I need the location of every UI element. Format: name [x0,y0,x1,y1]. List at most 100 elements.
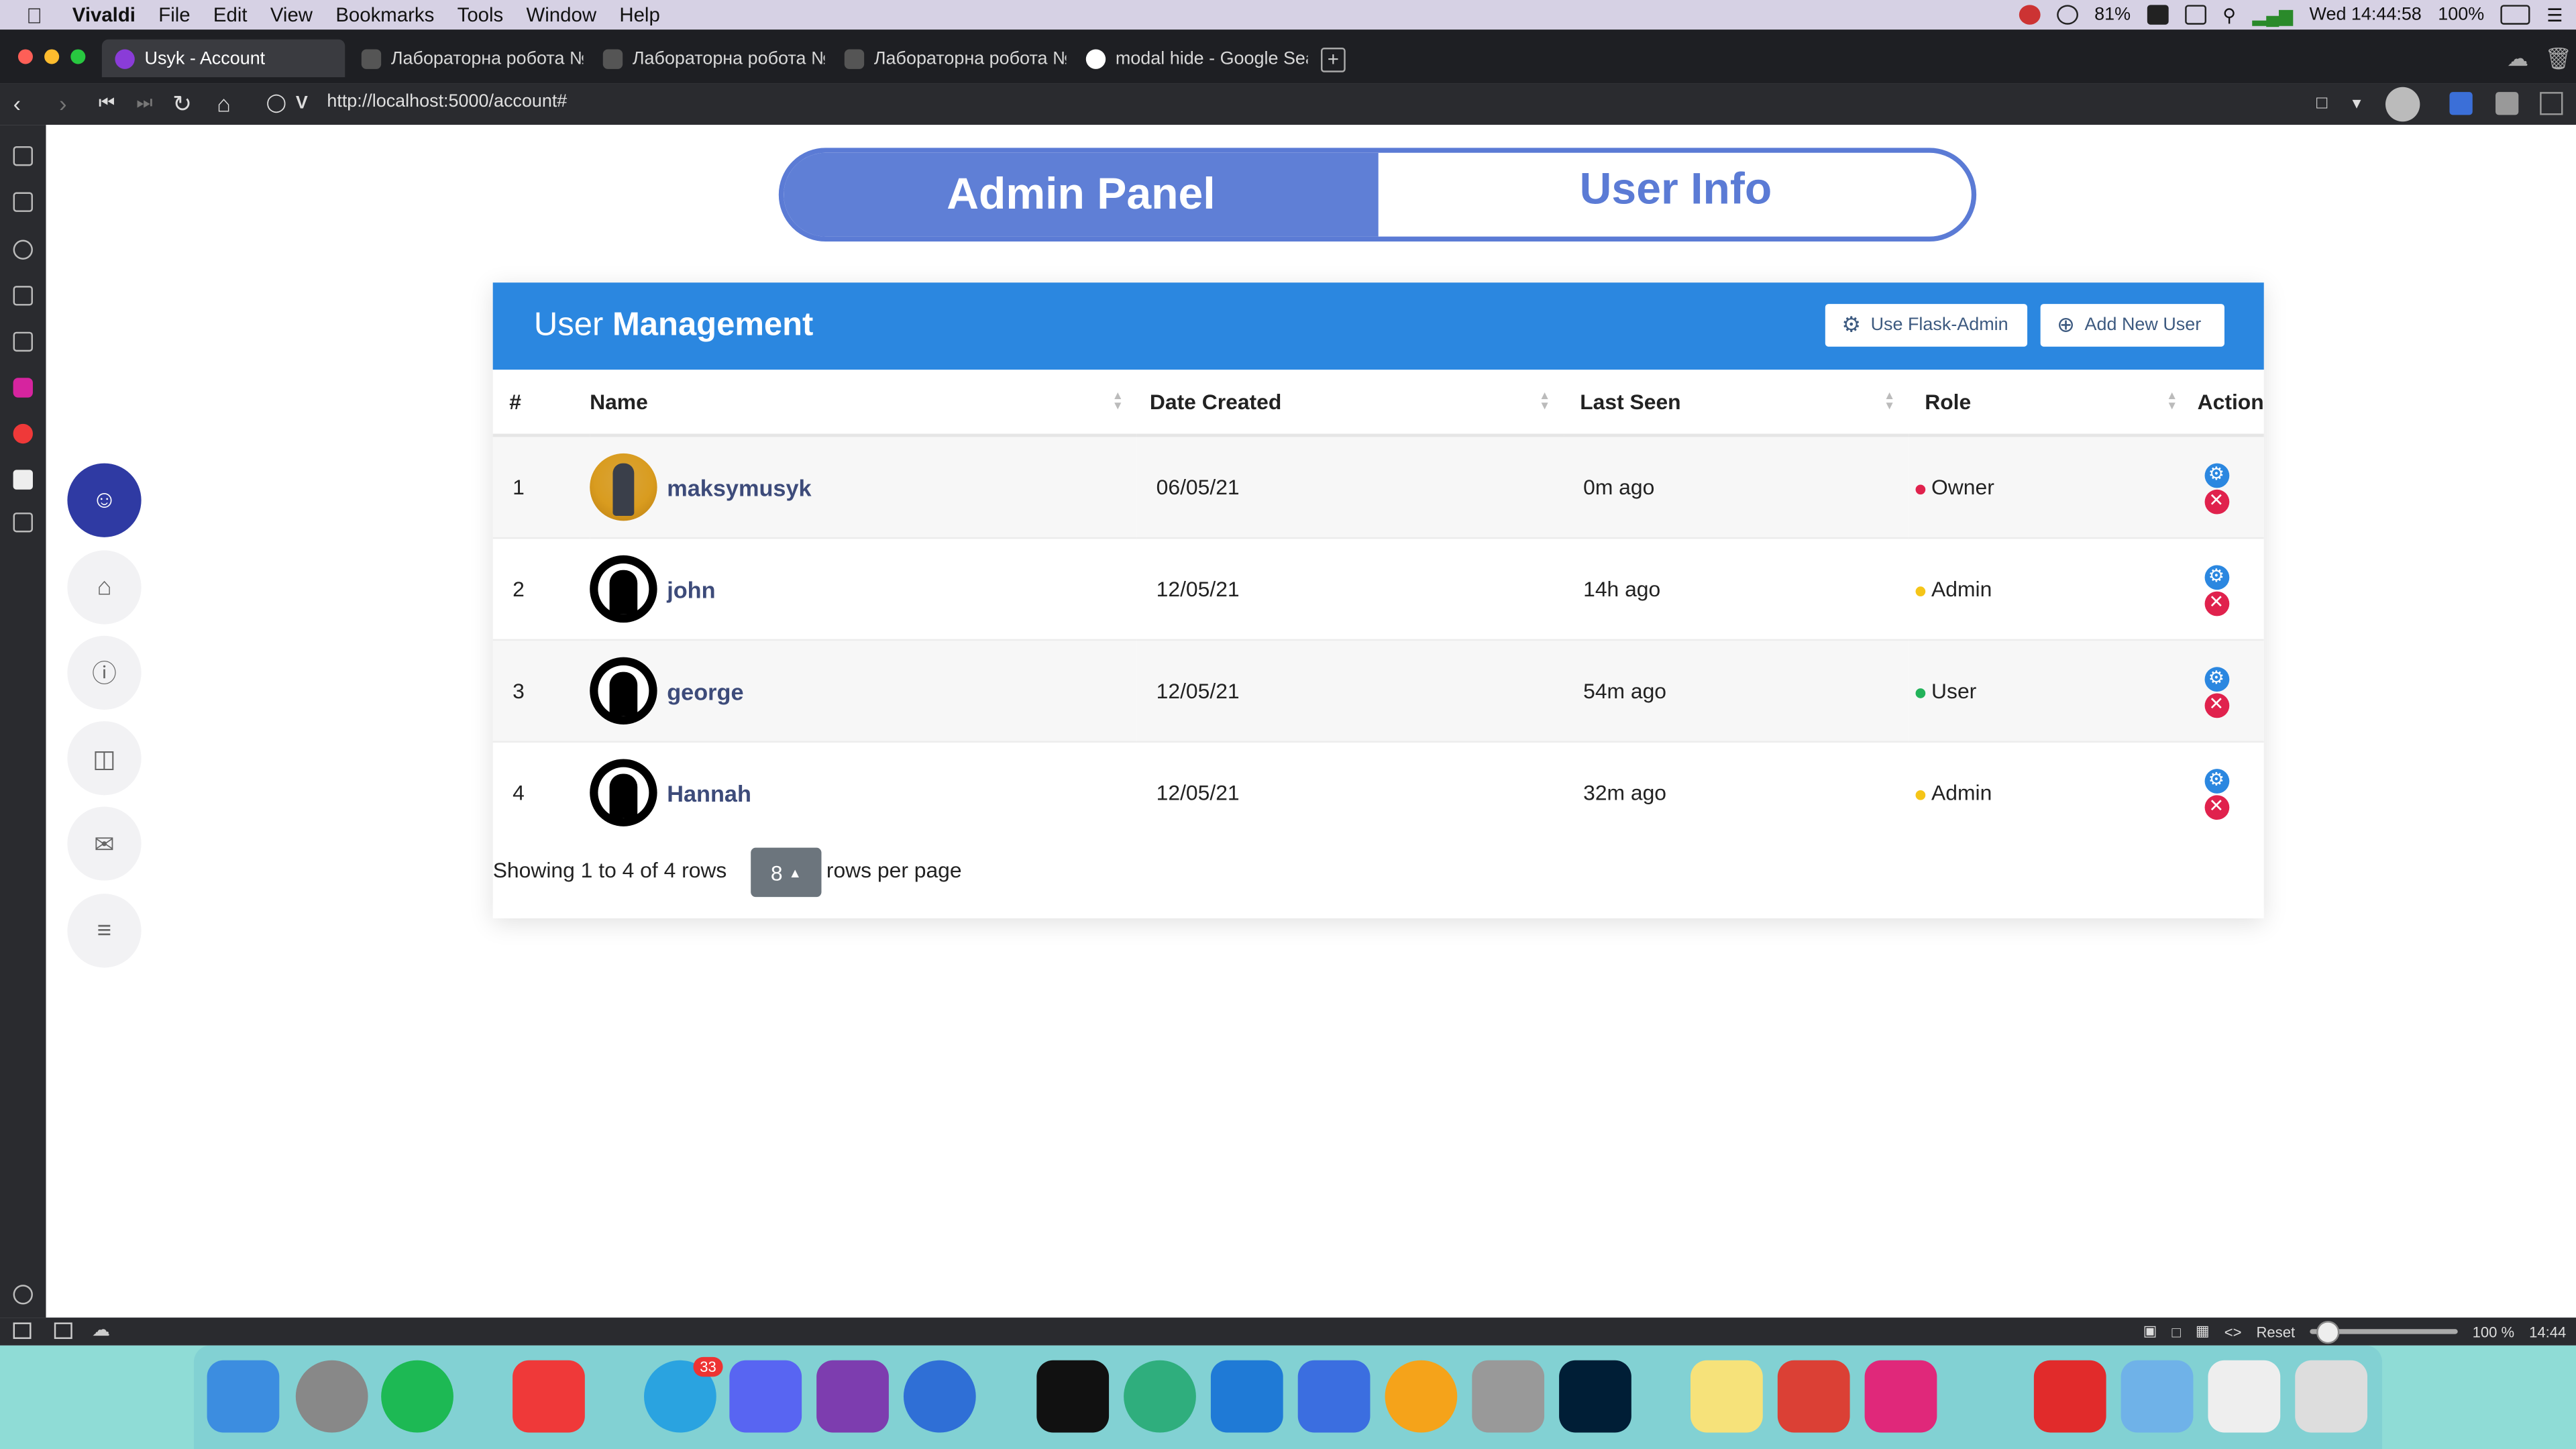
user-name-link[interactable]: maksymusyk [667,474,811,500]
menu-bookmarks[interactable]: Bookmarks [335,3,434,26]
code-icon[interactable]: <> [2224,1324,2242,1340]
add-new-user-button[interactable]: ⊕ Add New User [2040,304,2224,347]
zoom-window-button[interactable] [70,49,86,64]
reload-icon[interactable]: ↻ [172,91,192,117]
gear-icon[interactable]: ⚙ [2204,564,2229,589]
tab-lab-work-3[interactable]: Лабораторна робота №1 [831,40,1066,77]
window-manager-icon[interactable] [2184,5,2206,25]
new-tab-plus-icon[interactable]: + [1320,48,1346,72]
todoist-icon[interactable] [1777,1360,1850,1433]
panel-icon[interactable] [2540,92,2563,115]
home-icon[interactable]: ⌂ [217,91,231,117]
trash-icon[interactable]: 🗑 [2545,46,2572,72]
menu-tools[interactable]: Tools [458,3,504,26]
settings-gear-icon[interactable] [13,1285,33,1305]
nav-book-button[interactable]: ◫ [67,721,142,796]
tab-usyk-account[interactable]: Usyk - Account [101,39,345,78]
control-center-icon[interactable]: ☰ [2546,4,2563,25]
menu-window[interactable]: Window [527,3,597,26]
panel-toggle-icon[interactable] [13,1322,32,1339]
bookmark-icon[interactable]: □ [2316,92,2327,117]
sync-icon[interactable] [2056,5,2078,25]
delete-icon[interactable]: ✕ [2204,692,2229,718]
tab-lab-work-2[interactable]: Лабораторна робота №1 [590,40,824,77]
minimize-window-button[interactable] [44,49,60,64]
col-last-seen[interactable]: Last Seen ▲ ▼ [1563,370,1909,437]
launchpad-icon[interactable] [295,1360,368,1433]
menu-app-name[interactable]: Vivaldi [72,3,136,26]
chevron-down-icon[interactable]: ▼ [2349,92,2364,117]
tiling-icon[interactable] [54,1322,72,1339]
fast-forward-icon[interactable]: ⏭ [136,92,152,117]
delete-icon[interactable]: ✕ [2204,488,2229,514]
zip-archive-icon[interactable] [2208,1360,2281,1433]
search-icon[interactable]: ⚲ [2222,4,2236,25]
viber-icon[interactable] [816,1360,889,1433]
user-name-link[interactable]: george [667,678,743,704]
spotify-icon[interactable] [381,1360,453,1433]
wikipedia-panel-icon[interactable] [13,470,33,490]
col-date-created[interactable]: Date Created ▲ ▼ [1136,370,1564,437]
user-name-link[interactable]: Hannah [667,780,751,806]
delete-icon[interactable]: ✕ [2204,794,2229,819]
atom-icon[interactable] [1124,1360,1196,1433]
forward-arrow-icon[interactable]: › [59,91,66,117]
profile-avatar[interactable] [2385,87,2420,122]
user-info-tab[interactable]: User Info [1379,153,1972,237]
menu-help[interactable]: Help [619,3,659,26]
instagram-panel-icon[interactable] [13,378,33,398]
tab-lab-work-1[interactable]: Лабораторна робота №1 [348,40,583,77]
zoom-reset-button[interactable]: Reset [2257,1324,2296,1340]
text-input-icon[interactable] [2147,5,2169,25]
nav-list-button[interactable]: ≡ [67,894,142,968]
terminal-icon[interactable] [1036,1360,1110,1433]
col-role[interactable]: Role ▲ ▼ [1908,370,2191,437]
reading-list-icon[interactable] [13,331,33,352]
notes-icon[interactable] [1690,1360,1763,1433]
gear-icon[interactable]: ⚙ [2204,767,2229,793]
photoshop-icon[interactable] [1559,1360,1631,1433]
menu-edit[interactable]: Edit [213,3,248,26]
apple-menu-icon[interactable]:  [26,3,52,28]
page-size-dropdown[interactable]: 8 ▲ [751,847,822,898]
clock[interactable]: Wed 14:44:58 [2310,5,2422,24]
shield-icon[interactable]: ◯ [266,92,286,117]
battery-icon[interactable] [2500,5,2530,25]
cloud-icon[interactable]: ☁ [92,1320,110,1340]
finder-icon[interactable] [207,1360,280,1433]
nav-home-button[interactable]: ⌂ [67,550,142,625]
rewind-icon[interactable]: ⏮ [99,92,115,117]
database-icon[interactable] [1472,1360,1545,1433]
zoom-slider[interactable] [2310,1320,2458,1344]
screen-app-icon[interactable] [1864,1360,1937,1433]
close-window-button[interactable] [17,49,33,64]
vivaldi-panel-icon[interactable] [13,423,33,444]
image-icon[interactable]: ▦ [2196,1322,2210,1340]
history-panel-icon[interactable] [13,239,33,260]
delete-icon[interactable]: ✕ [2204,590,2229,616]
nav-mail-button[interactable]: ✉ [67,806,142,881]
nav-account-button[interactable]: ☺ [67,463,142,537]
add-panel-icon[interactable] [13,513,33,533]
navigation-app-icon[interactable] [903,1360,976,1433]
trash-bin-icon[interactable] [2295,1360,2368,1433]
gear-icon[interactable]: ⚙ [2204,462,2229,488]
bookmarks-panel-icon[interactable] [13,146,33,166]
status-app-icon[interactable] [2019,5,2041,25]
back-arrow-icon[interactable]: ‹ [13,91,21,117]
address-url[interactable]: http://localhost:5000/account# [327,92,567,111]
menu-file[interactable]: File [158,3,190,26]
cpu-indicator[interactable]: 81% [2094,5,2131,24]
window-icon[interactable]: □ [2171,1324,2180,1340]
admin-panel-tab[interactable]: Admin Panel [784,152,1379,237]
folder-icon[interactable] [2121,1360,2194,1433]
creative-cloud-icon[interactable] [2033,1360,2106,1433]
zoom-slider-knob[interactable] [2316,1320,2340,1344]
gear-icon[interactable]: ⚙ [2204,666,2229,691]
vscode-icon[interactable] [1210,1360,1283,1433]
extension-icon[interactable] [2496,92,2519,115]
translate-icon[interactable] [2449,92,2473,115]
camera-icon[interactable]: ▣ [2143,1322,2157,1340]
discord-icon[interactable] [729,1360,802,1433]
tab-google-search[interactable]: modal hide - Google Sear [1073,40,1307,77]
